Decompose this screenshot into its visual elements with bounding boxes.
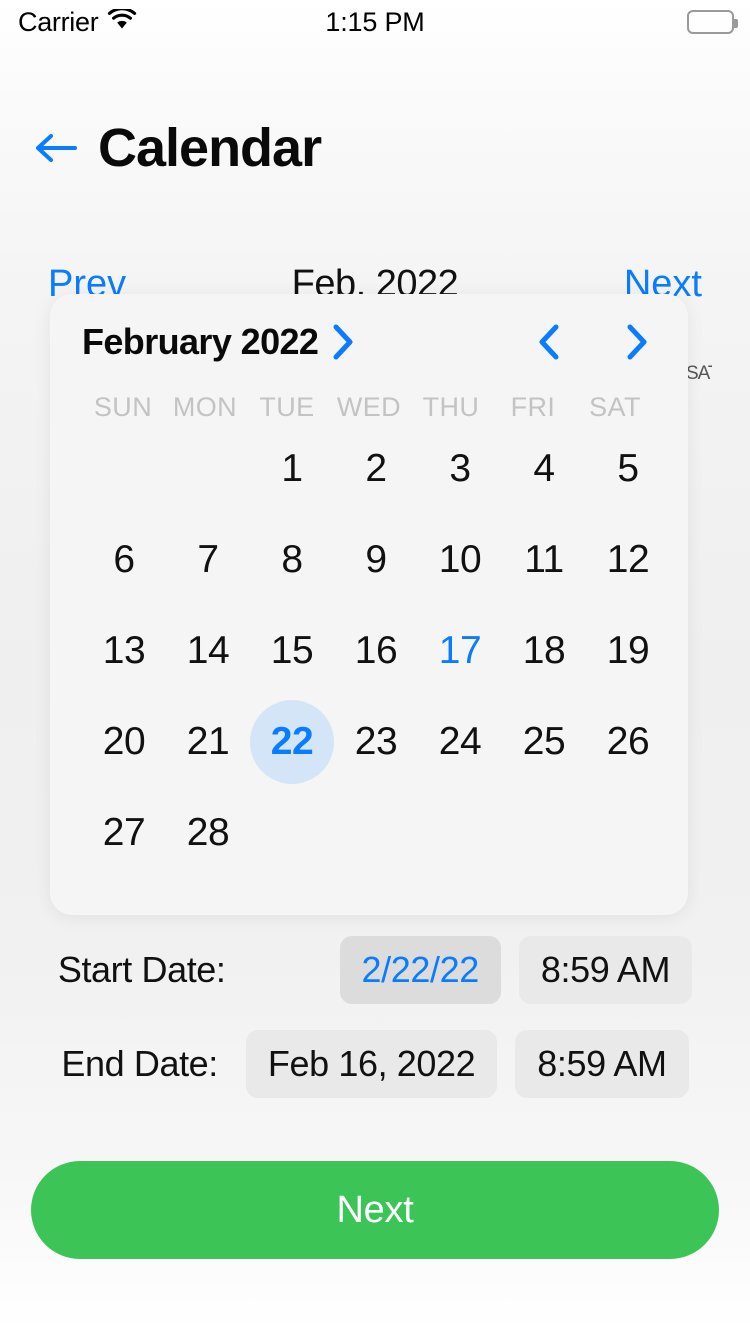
calendar-day-28[interactable]: 28 [166, 787, 250, 878]
calendar-day-19[interactable]: 19 [586, 605, 670, 696]
calendar-day-20[interactable]: 20 [82, 696, 166, 787]
calendar-day-12[interactable]: 12 [586, 514, 670, 605]
month-year-button[interactable]: February 2022 [82, 321, 356, 363]
calendar-week-row: 27 28 [82, 787, 656, 878]
calendar-day-1[interactable]: 1 [250, 423, 334, 514]
chevron-right-icon [333, 324, 353, 360]
calendar-day-number: 16 [354, 628, 398, 672]
calendar-day-number: 4 [533, 446, 555, 490]
calendar-day-number: 11 [524, 537, 564, 581]
end-date-row: End Date: Feb 16, 2022 8:59 AM [0, 1030, 750, 1098]
calendar-day-number: 17 [438, 628, 482, 672]
status-bar-right [687, 0, 738, 44]
weekday-label: TUE [259, 392, 315, 422]
calendar-day-number: 1 [281, 446, 303, 490]
calendar-day-14[interactable]: 14 [166, 605, 250, 696]
calendar-day-13[interactable]: 13 [82, 605, 166, 696]
calendar-day-3[interactable]: 3 [418, 423, 502, 514]
calendar-day-number: 2 [365, 446, 387, 490]
app-screen: Carrier 1:15 PM Calendar Prev Feb, 2022 … [0, 0, 750, 1334]
background-weekday-peek: SAT [686, 364, 712, 384]
chevron-left-icon[interactable] [536, 322, 562, 362]
calendar-day-6[interactable]: 6 [82, 514, 166, 605]
calendar-day-24[interactable]: 24 [418, 696, 502, 787]
month-year-label: February 2022 [82, 321, 319, 362]
calendar-day-25[interactable]: 25 [502, 696, 586, 787]
calendar-day-number: 20 [102, 719, 146, 763]
end-date-value[interactable]: Feb 16, 2022 [245, 1030, 498, 1098]
calendar-day-number: 8 [281, 537, 303, 581]
calendar-day-number: 3 [449, 446, 471, 490]
calendar-day-10[interactable]: 10 [418, 514, 502, 605]
calendar-day-number: 28 [186, 810, 230, 854]
calendar-day-4[interactable]: 4 [502, 423, 586, 514]
weekday-label: SAT [589, 392, 641, 422]
calendar-day-22[interactable]: 22 [250, 696, 334, 787]
calendar-day-grid: 1 2 3 4 5 6 7 8 9 10 11 12 13 14 15 16 17 18 19 20 21 22 23 24 2… [82, 423, 656, 878]
calendar-day-8[interactable]: 8 [250, 514, 334, 605]
calendar-day-number: 14 [186, 628, 230, 672]
calendar-week-row: 13 14 15 16 17 18 19 [82, 605, 656, 696]
calendar-nav-controls [536, 322, 656, 362]
calendar-header: February 2022 [82, 294, 656, 390]
battery-full-icon [687, 10, 738, 34]
arrow-left-icon [36, 134, 77, 162]
calendar-day-number: 5 [617, 446, 639, 490]
weekday-label: THU [422, 392, 480, 422]
weekday-label: FRI [510, 392, 556, 422]
status-bar: Carrier 1:15 PM [0, 0, 750, 44]
calendar-day-number: 23 [354, 719, 398, 763]
calendar-day-number: 27 [102, 810, 146, 854]
calendar-picker-card: February 2022 SUN MON TUE WED THU FRI SA… [50, 294, 688, 915]
calendar-day-23[interactable]: 23 [334, 696, 418, 787]
calendar-day-number: 21 [186, 719, 230, 763]
status-bar-time: 1:15 PM [325, 6, 425, 37]
calendar-day-2[interactable]: 2 [334, 423, 418, 514]
calendar-week-row: 1 2 3 4 5 [82, 423, 656, 514]
weekday-label: WED [336, 392, 402, 422]
calendar-day-number: 7 [197, 537, 219, 581]
calendar-day-27[interactable]: 27 [82, 787, 166, 878]
calendar-day-number: 19 [606, 628, 650, 672]
calendar-day-21[interactable]: 21 [166, 696, 250, 787]
calendar-day-number: 13 [102, 628, 146, 672]
calendar-day-number: 26 [606, 719, 650, 763]
calendar-day-number: 18 [522, 628, 566, 672]
weekday-label: SUN [93, 392, 153, 422]
start-date-row: Start Date: 2/22/22 8:59 AM [0, 936, 750, 1004]
calendar-week-row: 6 7 8 9 10 11 12 [82, 514, 656, 605]
back-button[interactable] [34, 128, 78, 168]
calendar-day-5[interactable]: 5 [586, 423, 670, 514]
calendar-day-17[interactable]: 17 [418, 605, 502, 696]
calendar-day-26[interactable]: 26 [586, 696, 670, 787]
calendar-day-16[interactable]: 16 [334, 605, 418, 696]
calendar-day-number: 15 [270, 628, 314, 672]
calendar-day-11[interactable]: 11 [502, 514, 586, 605]
calendar-day-number: 25 [522, 719, 566, 763]
end-date-label: End Date: [61, 1043, 218, 1084]
calendar-day-number: 6 [113, 537, 135, 581]
calendar-day-9[interactable]: 9 [334, 514, 418, 605]
calendar-day-number: 12 [606, 537, 650, 581]
calendar-day-number: 10 [438, 537, 482, 581]
start-time-value[interactable]: 8:59 AM [518, 936, 693, 1004]
start-date-value[interactable]: 2/22/22 [339, 936, 501, 1004]
calendar-day-7[interactable]: 7 [166, 514, 250, 605]
calendar-day-number: 22 [250, 699, 334, 784]
next-button[interactable]: Next [31, 1161, 719, 1259]
end-time-value[interactable]: 8:59 AM [515, 1030, 689, 1098]
calendar-day-number: 9 [365, 537, 387, 581]
weekday-header-row: SUN MON TUE WED THU FRI SAT [82, 392, 656, 423]
page-title: Calendar [98, 118, 322, 178]
calendar-week-row: 20 21 22 23 24 25 26 [82, 696, 656, 787]
calendar-day-15[interactable]: 15 [250, 605, 334, 696]
calendar-day-number: 24 [438, 719, 482, 763]
calendar-day-18[interactable]: 18 [502, 605, 586, 696]
navigation-bar: Calendar [0, 108, 750, 188]
chevron-right-icon[interactable] [624, 322, 650, 362]
start-date-label: Start Date: [57, 949, 226, 990]
weekday-label: MON [172, 392, 238, 422]
